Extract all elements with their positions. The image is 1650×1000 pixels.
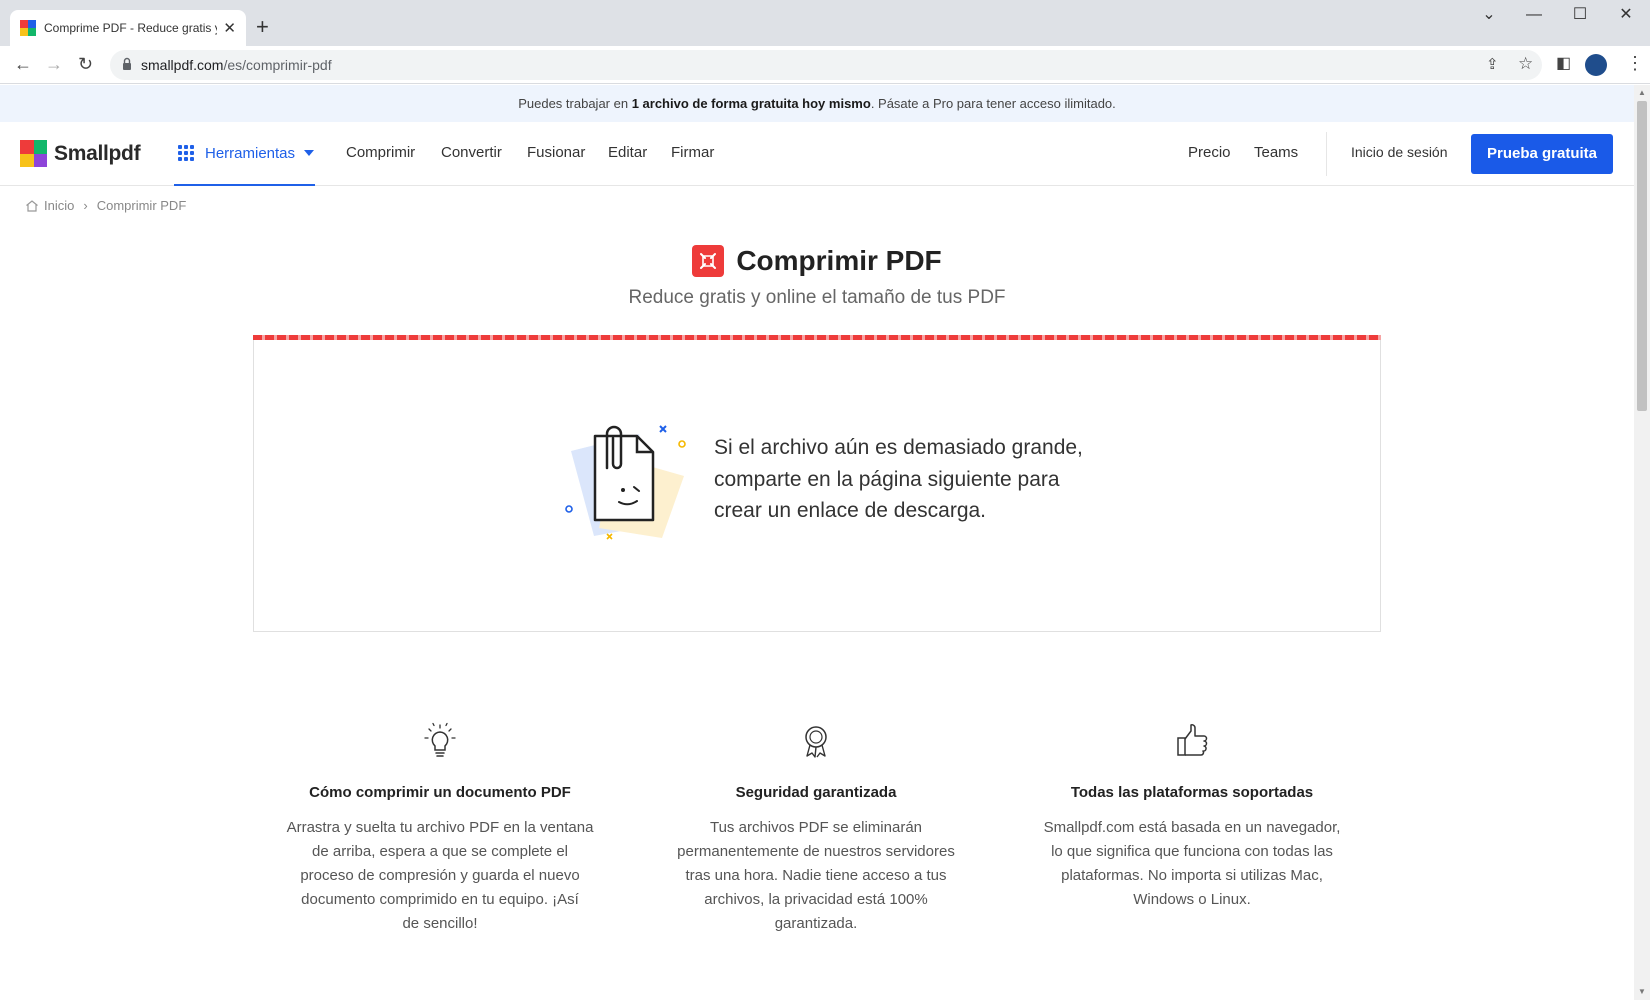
browser-tab[interactable]: Comprime PDF - Reduce gratis y online el… bbox=[10, 10, 246, 46]
breadcrumb: Inicio › Comprimir PDF bbox=[25, 198, 186, 213]
smallpdf-logo-icon bbox=[20, 140, 47, 167]
browser-menu-icon[interactable]: ⋮ bbox=[1626, 53, 1644, 74]
nav-link-fusionar[interactable]: Fusionar bbox=[527, 144, 585, 161]
progress-stripe bbox=[253, 335, 1381, 340]
scroll-down-icon[interactable]: ▼ bbox=[1638, 987, 1646, 996]
window-close-icon[interactable]: ✕ bbox=[1604, 4, 1648, 26]
breadcrumb-current: Comprimir PDF bbox=[96, 198, 187, 213]
award-badge-icon bbox=[805, 726, 827, 758]
login-link[interactable]: Inicio de sesión bbox=[1351, 144, 1448, 160]
home-icon bbox=[26, 199, 38, 212]
document-paperclip-illustration-icon bbox=[565, 425, 686, 540]
page-subtitle: Reduce gratis y online el tamaño de tus … bbox=[628, 287, 1006, 308]
nav-link-comprimir[interactable]: Comprimir bbox=[346, 144, 415, 161]
nav-divider bbox=[1326, 132, 1327, 176]
smallpdf-logo[interactable]: Smallpdf bbox=[20, 140, 141, 167]
feature-description: Arrastra y suelta tu archivo PDF en la v… bbox=[286, 819, 594, 932]
page-title: Comprimir PDF bbox=[736, 245, 942, 276]
breadcrumb-home[interactable]: Inicio bbox=[44, 198, 74, 213]
banner-bold: 1 archivo de forma gratuita hoy mismo bbox=[631, 96, 871, 111]
tools-dropdown[interactable]: Herramientas bbox=[174, 122, 315, 186]
address-bar[interactable]: smallpdf.com/es/comprimir-pdf ⇪ ☆ bbox=[110, 50, 1542, 80]
thumbs-up-icon bbox=[1177, 724, 1208, 756]
browser-tabstrip: Comprime PDF - Reduce gratis y online el… bbox=[0, 0, 1650, 46]
browser-toolbar: ← → ↻ smallpdf.com/es/comprimir-pdf ⇪ ☆ … bbox=[0, 46, 1650, 84]
reload-icon[interactable]: ↻ bbox=[78, 54, 93, 74]
page-title-row: Comprimir PDF bbox=[0, 245, 1634, 277]
feature-description: Tus archivos PDF se eliminarán permanente… bbox=[677, 819, 955, 932]
nav-link-firmar[interactable]: Firmar bbox=[671, 144, 714, 161]
feature-platforms: Todas las plataformas soportadas Smallpd… bbox=[1032, 721, 1352, 912]
tab-search-chevron-icon[interactable]: ⌄ bbox=[1467, 4, 1511, 26]
apps-grid-icon bbox=[178, 145, 194, 161]
bookmark-star-icon[interactable]: ☆ bbox=[1518, 54, 1533, 74]
features-section: Cómo comprimir un documento PDF Arrastra… bbox=[0, 721, 1634, 1000]
dropzone[interactable]: Si el archivo aún es demasiado grande, c… bbox=[253, 335, 1381, 632]
maximize-icon[interactable]: ☐ bbox=[1558, 4, 1602, 26]
caret-down-icon bbox=[304, 150, 315, 156]
feature-security: Seguridad garantizada Tus archivos PDF s… bbox=[656, 721, 976, 936]
share-icon[interactable]: ⇪ bbox=[1486, 55, 1499, 75]
scroll-up-icon[interactable]: ▲ bbox=[1638, 88, 1646, 97]
smallpdf-favicon-icon bbox=[20, 20, 36, 36]
nav-link-editar[interactable]: Editar bbox=[608, 144, 647, 161]
profile-avatar[interactable] bbox=[1585, 54, 1607, 76]
lightbulb-icon bbox=[424, 722, 456, 757]
dropzone-message: Si el archivo aún es demasiado grande, c… bbox=[714, 436, 1083, 522]
site-header: Smallpdf Herramientas Comprimir Converti… bbox=[0, 122, 1634, 186]
scrollbar-thumb[interactable] bbox=[1637, 101, 1647, 411]
free-usage-banner: Puedes trabajar en 1 archivo de forma gr… bbox=[0, 85, 1634, 122]
side-panel-icon[interactable]: ◧ bbox=[1556, 54, 1571, 74]
nav-link-precio[interactable]: Precio bbox=[1188, 144, 1231, 161]
feature-description: Smallpdf.com está basada en un navegador… bbox=[1043, 819, 1341, 908]
breadcrumb-separator: › bbox=[83, 198, 88, 213]
nav-link-teams[interactable]: Teams bbox=[1254, 144, 1298, 161]
tab-close-icon[interactable]: ✕ bbox=[223, 19, 236, 37]
feature-title: Seguridad garantizada bbox=[735, 784, 897, 801]
free-trial-button[interactable]: Prueba gratuita bbox=[1471, 134, 1613, 174]
page: Puedes trabajar en 1 archivo de forma gr… bbox=[0, 85, 1634, 1000]
compress-pdf-icon bbox=[692, 245, 725, 277]
new-tab-icon[interactable]: + bbox=[256, 14, 269, 40]
feature-title: Todas las plataformas soportadas bbox=[1070, 784, 1314, 801]
back-arrow-icon[interactable]: ← bbox=[14, 54, 32, 74]
page-scrollbar[interactable]: ▲ ▼ bbox=[1634, 85, 1650, 1000]
feature-how-to: Cómo comprimir un documento PDF Arrastra… bbox=[280, 721, 600, 936]
feature-title: Cómo comprimir un documento PDF bbox=[309, 784, 571, 801]
nav-link-convertir[interactable]: Convertir bbox=[441, 144, 502, 161]
url-text: smallpdf.com/es/comprimir-pdf bbox=[141, 57, 332, 73]
tab-title: Comprime PDF - Reduce gratis y online el… bbox=[44, 21, 217, 35]
lock-icon bbox=[123, 57, 131, 70]
minimize-icon[interactable]: — bbox=[1512, 4, 1556, 26]
forward-arrow-icon[interactable]: → bbox=[45, 54, 63, 74]
